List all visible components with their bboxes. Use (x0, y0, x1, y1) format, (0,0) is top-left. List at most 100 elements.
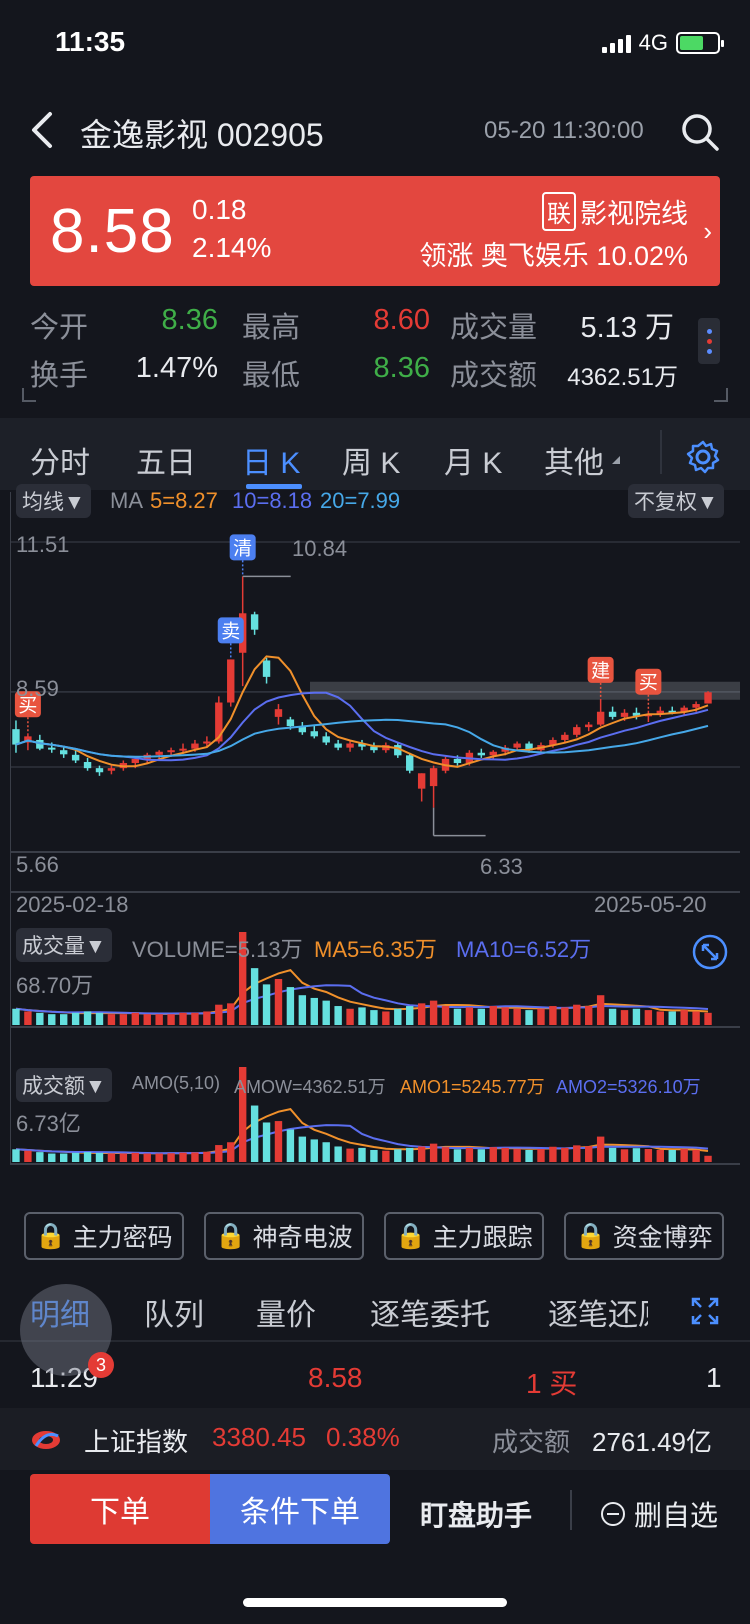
candle-body (429, 768, 438, 787)
tab-divider (660, 430, 662, 474)
amount-bar (95, 1152, 104, 1162)
tab-other[interactable]: 其他 (544, 438, 604, 482)
fullscreen-icon[interactable] (690, 1296, 720, 1326)
amount-y-top: 6.73亿 (16, 1111, 81, 1136)
volume-bar (656, 1011, 665, 1025)
volume-bar (167, 1014, 175, 1025)
candle-body (704, 692, 712, 704)
volume-bar (394, 1008, 402, 1025)
tab-monthly-k[interactable]: 月 K (444, 438, 502, 482)
amow-value: AMOW=4362.51万 (234, 1077, 386, 1097)
volume-bar (417, 1003, 426, 1025)
volume-bar (573, 1004, 581, 1025)
candle-body (489, 751, 497, 756)
volume-y-top: 68.70万 (16, 973, 94, 998)
amount-bar (48, 1153, 56, 1162)
volume-pill-label: 成交量 (22, 935, 85, 958)
volume-bar (429, 1000, 438, 1025)
volume-bar (370, 1010, 378, 1025)
expand-corner-right (714, 388, 728, 402)
adjust-dropdown[interactable]: 不复权▼ (628, 484, 724, 518)
amount-bar (513, 1149, 521, 1162)
tab-five-day[interactable]: 五日 (136, 438, 196, 482)
volume-dropdown[interactable]: 成交量▼ (16, 928, 112, 962)
amount-bar (227, 1142, 235, 1162)
amount-bar (585, 1146, 593, 1162)
volume-bar (334, 1006, 342, 1025)
feature-button-main-code[interactable]: 🔒 主力密码 (24, 1212, 184, 1260)
amo2-value: AMO2=5326.10万 (556, 1077, 701, 1097)
amount-bar (417, 1146, 426, 1162)
volume-bar (262, 984, 271, 1025)
tab-daily-k[interactable]: 日 K (242, 438, 300, 482)
quote-datetime: 05-20 11:30:00 (484, 117, 644, 144)
amount-bar (573, 1145, 581, 1162)
amount-bar (191, 1152, 199, 1162)
feature-label: 主力跟踪 (432, 1224, 533, 1252)
index-ticker[interactable]: 上证指数 3380.45 0.38% 成交额 2761.49亿 (0, 1408, 750, 1470)
quote-value-high: 8.60 (373, 304, 430, 336)
amount-bar (131, 1152, 139, 1162)
volume-bar (668, 1011, 676, 1025)
back-icon[interactable] (26, 110, 60, 150)
candle-body (12, 729, 20, 745)
lock-icon: 🔒 (395, 1221, 427, 1250)
conditional-order-button[interactable]: 条件下单 (210, 1474, 390, 1544)
amount-dropdown[interactable]: 成交额▼ (16, 1068, 112, 1102)
tab-weekly-k[interactable]: 周 K (342, 438, 400, 482)
amount-bar (107, 1153, 116, 1162)
amount-bar (620, 1149, 629, 1162)
more-menu-icon[interactable] (698, 318, 720, 364)
quote-value-amount: 4362.51万 (567, 364, 678, 391)
chevron-right-icon[interactable]: › (703, 216, 712, 247)
volume-bar (465, 1007, 474, 1025)
signal-label: 买 (639, 672, 658, 694)
quote-value-volume: 5.13 万 (580, 312, 675, 344)
feature-button-magic-wave[interactable]: 🔒 神奇电波 (204, 1212, 364, 1260)
tab-order-by-order[interactable]: 逐笔委托 (370, 1290, 490, 1334)
tab-queue[interactable]: 队列 (144, 1290, 204, 1334)
quote-value-turnover: 1.47% (135, 352, 218, 384)
trade-volume: 1 买 (526, 1368, 578, 1399)
y-axis-bottom: 5.66 (16, 852, 59, 877)
trade-count: 1 (706, 1362, 722, 1393)
amount-bar (501, 1147, 509, 1162)
candle-body (191, 743, 199, 749)
indicator-dropdown[interactable]: 均线▼ (16, 484, 91, 518)
ma-label: MA (110, 488, 143, 513)
feature-button-main-tracking[interactable]: 🔒 主力跟踪 (384, 1212, 544, 1260)
volume-value: VOLUME=5.13万 (132, 937, 303, 962)
volume-bar (501, 1007, 509, 1025)
volume-bar (215, 1004, 223, 1025)
lock-icon: 🔒 (575, 1221, 607, 1250)
price-banner[interactable]: 8.58 0.18 2.14% 联 影视院线 领涨 奥飞娱乐 10.02% › (30, 176, 720, 286)
tab-volume-price[interactable]: 量价 (256, 1290, 316, 1334)
index-name: 上证指数 (84, 1427, 189, 1457)
order-button[interactable]: 下单 (30, 1474, 210, 1544)
feature-button-fund-game[interactable]: 🔒 资金博弈 (564, 1212, 724, 1260)
amount-bar (465, 1147, 474, 1162)
watch-assistant-button[interactable]: 盯盘助手 (420, 1494, 532, 1534)
volume-bar (143, 1014, 151, 1025)
volume-ma10: MA10=6.52万 (456, 937, 592, 962)
remove-watchlist-button[interactable]: 删自选 (600, 1494, 718, 1534)
amount-bar (596, 1136, 605, 1162)
sector-link[interactable]: 联 影视院线 (542, 192, 688, 231)
amount-bar (632, 1148, 641, 1162)
other-dropdown-icon (612, 456, 620, 464)
candle-body (95, 768, 104, 773)
tab-intraday[interactable]: 分时 (30, 438, 90, 482)
candle-body (608, 711, 617, 717)
candle-body (620, 712, 629, 717)
volume-bar (561, 1007, 569, 1025)
home-indicator (243, 1598, 507, 1607)
tab-tick-restore[interactable]: 逐笔还原 (548, 1290, 648, 1334)
amount-bar (704, 1155, 712, 1162)
settings-gear-icon[interactable] (686, 440, 720, 474)
candle-body (596, 711, 605, 725)
expand-chart-icon[interactable] (692, 934, 728, 970)
search-icon[interactable] (680, 112, 720, 152)
volume-bar (441, 1006, 450, 1025)
amount-bar (310, 1139, 318, 1162)
adjust-pill-label: 不复权 (634, 491, 697, 514)
